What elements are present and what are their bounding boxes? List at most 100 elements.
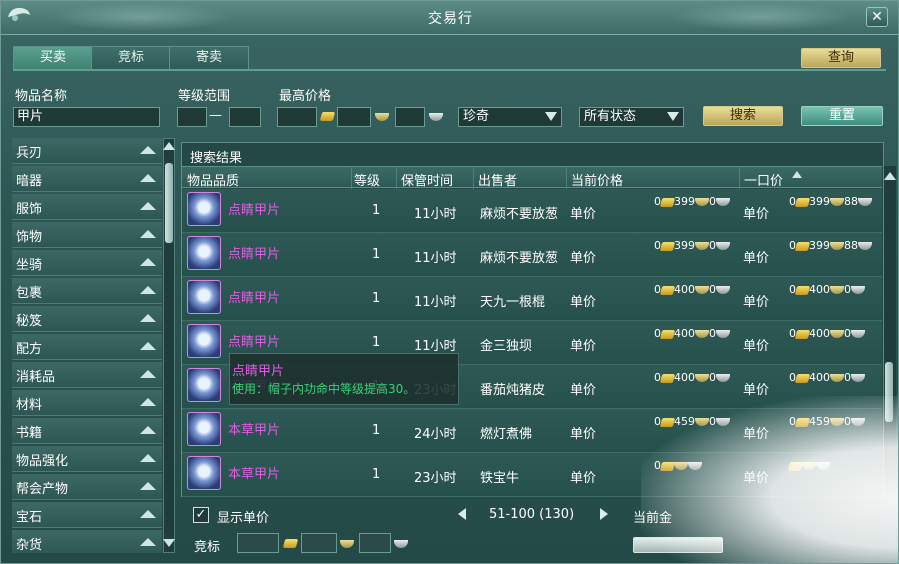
item-level: 1 [372, 203, 381, 218]
col-time[interactable]: 保管时间 [401, 170, 453, 189]
item-name-input[interactable]: 甲片 [13, 107, 160, 127]
reset-button[interactable]: 重置 [801, 106, 883, 126]
table-row[interactable]: 点睛甲片 1 11小时 天九一根棍 单价 单价 0 400 0 0 400 0 [182, 277, 882, 321]
next-page-icon[interactable] [600, 508, 608, 520]
category-item[interactable]: 包裹 [12, 278, 162, 304]
expand-arrow-icon[interactable] [140, 258, 156, 266]
level-max-input[interactable] [229, 107, 261, 127]
category-item[interactable]: 配方 [12, 334, 162, 360]
expand-arrow-icon[interactable] [140, 286, 156, 294]
item-armor-icon [187, 412, 221, 446]
col-level[interactable]: 等级 [354, 170, 380, 189]
show-unit-price-checkbox[interactable]: ✓ [193, 507, 209, 523]
expand-arrow-icon[interactable] [140, 370, 156, 378]
category-item[interactable]: 物品强化 [12, 446, 162, 472]
copper-ingot-icon [716, 418, 730, 426]
close-button[interactable]: ✕ [866, 7, 888, 27]
category-label: 杂货 [16, 538, 43, 553]
search-button[interactable]: 搜索 [703, 106, 783, 126]
table-row[interactable]: 点睛甲片 1 11小时 麻烦不要放葱 单价 单价 0 399 0 0 399 88 [182, 189, 882, 233]
tab-bid[interactable]: 竞标 [91, 46, 171, 70]
expand-arrow-icon[interactable] [140, 426, 156, 434]
current-silver-value: 399 [674, 239, 695, 252]
level-min-input[interactable] [177, 107, 207, 127]
max-price-copper-input[interactable] [395, 107, 425, 127]
category-item[interactable]: 杂货 [12, 530, 162, 553]
expand-arrow-icon[interactable] [140, 538, 156, 546]
scroll-down-icon[interactable] [163, 539, 175, 547]
search-results-title: 搜索结果 [190, 151, 243, 166]
expand-arrow-icon[interactable] [140, 230, 156, 238]
category-item[interactable]: 饰物 [12, 222, 162, 248]
copper-ingot-icon [394, 540, 408, 548]
rarity-select[interactable]: 珍奇 [458, 107, 562, 127]
scroll-up-icon[interactable] [163, 142, 175, 150]
max-price-gold-input[interactable] [277, 107, 317, 127]
expand-arrow-icon[interactable] [140, 202, 156, 210]
item-level: 1 [372, 467, 381, 482]
expand-arrow-icon[interactable] [140, 398, 156, 406]
expand-arrow-icon[interactable] [140, 454, 156, 462]
silver-ingot-icon [695, 418, 709, 426]
bid-label: 竞标 [194, 540, 221, 555]
current-unit-label: 单价 [570, 251, 597, 266]
copper-ingot-icon [716, 374, 730, 382]
col-seller[interactable]: 出售者 [478, 170, 517, 189]
title-bar[interactable]: 交易行 ✕ [1, 1, 898, 35]
category-label: 坐骑 [16, 258, 43, 273]
pagination-text: 51-100 (130) [489, 507, 575, 522]
category-scroll-thumb[interactable] [165, 163, 173, 243]
results-scrollbar[interactable] [884, 166, 896, 496]
gold-ingot-icon [794, 417, 811, 427]
bid-gold-input[interactable] [237, 533, 279, 553]
buyout-copper-value: 0 [844, 371, 851, 384]
copper-ingot-icon [858, 198, 872, 206]
category-scrollbar[interactable] [163, 138, 175, 553]
expand-arrow-icon[interactable] [140, 510, 156, 518]
current-unit-label: 单价 [570, 207, 597, 222]
sort-asc-icon[interactable] [792, 171, 802, 178]
tab-consign[interactable]: 寄卖 [169, 46, 249, 70]
bid-silver-input[interactable] [301, 533, 337, 553]
table-row[interactable]: 点睛甲片 1 11小时 麻烦不要放葱 单价 单价 0 399 0 0 399 88 [182, 233, 882, 277]
col-buyout-price[interactable]: 一口价 [744, 170, 783, 189]
tab-buy-sell[interactable]: 买卖 [13, 46, 93, 70]
silver-ingot-icon [830, 286, 844, 294]
col-current-price[interactable]: 当前价格 [571, 170, 623, 189]
scroll-up-icon[interactable] [884, 172, 896, 180]
category-item[interactable]: 兵刃 [12, 138, 162, 164]
category-item[interactable]: 秘笈 [12, 306, 162, 332]
category-item[interactable]: 服饰 [12, 194, 162, 220]
expand-arrow-icon[interactable] [140, 174, 156, 182]
table-row[interactable]: 本草甲片 1 23小时 铁宝牛 单价 单价 0 [182, 453, 882, 497]
category-item[interactable]: 帮会产物 [12, 474, 162, 500]
trade-window: 交易行 ✕ 买卖 竞标 寄卖 查询 物品名称 甲片 等级范围 — 最高价格 珍奇… [0, 0, 899, 564]
category-item[interactable]: 坐骑 [12, 250, 162, 276]
category-item[interactable]: 消耗品 [12, 362, 162, 388]
gold-ingot-icon [659, 373, 676, 383]
expand-arrow-icon[interactable] [140, 342, 156, 350]
expand-arrow-icon[interactable] [140, 146, 156, 154]
prev-page-icon[interactable] [458, 508, 466, 520]
copper-ingot-icon [851, 418, 865, 426]
col-quality[interactable]: 物品品质 [187, 170, 239, 189]
status-value: 所有状态 [584, 109, 637, 124]
category-item[interactable]: 宝石 [12, 502, 162, 528]
max-price-silver-input[interactable] [337, 107, 371, 127]
results-scroll-thumb[interactable] [885, 362, 893, 422]
category-item[interactable]: 材料 [12, 390, 162, 416]
item-storage-time: 11小时 [414, 207, 457, 222]
bid-copper-input[interactable] [359, 533, 391, 553]
buyout-copper-value: 88 [844, 195, 858, 208]
bid-button[interactable] [633, 537, 723, 553]
table-row[interactable]: 本草甲片 1 24小时 燃灯煮佛 单价 单价 0 459 0 0 459 0 [182, 409, 882, 453]
item-name-label: 物品名称 [15, 89, 68, 104]
expand-arrow-icon[interactable] [140, 314, 156, 322]
category-item[interactable]: 书籍 [12, 418, 162, 444]
status-select[interactable]: 所有状态 [579, 107, 684, 127]
item-storage-time: 24小时 [414, 427, 457, 442]
category-item[interactable]: 暗器 [12, 166, 162, 192]
query-button[interactable]: 查询 [801, 48, 881, 68]
silver-ingot-icon [830, 374, 844, 382]
expand-arrow-icon[interactable] [140, 482, 156, 490]
